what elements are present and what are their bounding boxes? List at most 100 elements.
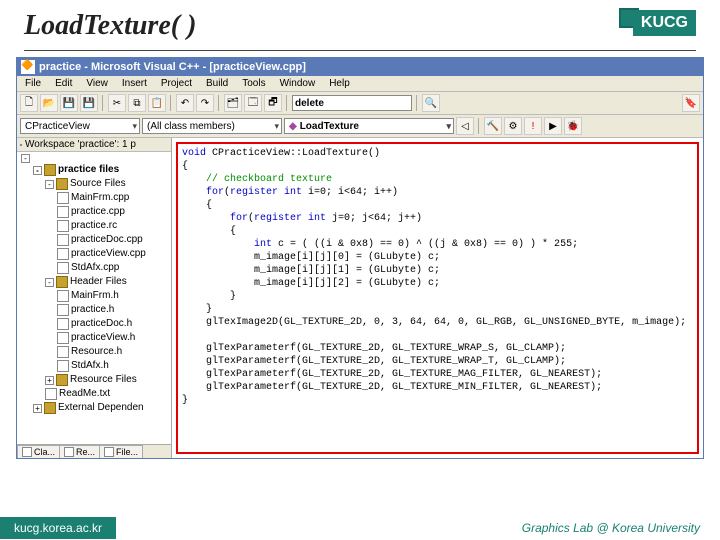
find-icon[interactable]: 🔍 <box>422 94 440 112</box>
tree-node[interactable]: practice.cpp <box>19 205 171 219</box>
toolbar-sep <box>218 95 220 111</box>
menu-file[interactable]: File <box>19 77 47 90</box>
new-file-icon[interactable]: 🗋 <box>20 94 38 112</box>
toolbar-sep <box>416 95 418 111</box>
expander-icon[interactable]: - <box>21 154 30 163</box>
tree-node[interactable]: practice.h <box>19 303 171 317</box>
output-icon[interactable]: 🗔 <box>244 94 262 112</box>
menu-tools[interactable]: Tools <box>236 77 271 90</box>
kucg-badge: KUCG <box>619 10 696 36</box>
build-icon[interactable]: 🔨 <box>484 117 502 135</box>
tree-node[interactable]: practice.rc <box>19 219 171 233</box>
tree-node[interactable]: -Source Files <box>19 177 171 191</box>
tree-label: practiceDoc.h <box>71 317 132 331</box>
tree-node[interactable]: -practice files <box>19 163 171 177</box>
slide-title: LoadTexture( ) <box>24 10 196 42</box>
combo-class[interactable]: CPracticeView <box>20 118 140 134</box>
tree-node[interactable]: practiceDoc.h <box>19 317 171 331</box>
tab-classview[interactable]: Cla... <box>17 445 60 458</box>
find-input[interactable] <box>292 95 412 111</box>
menu-insert[interactable]: Insert <box>116 77 153 90</box>
tree-label: practice.cpp <box>71 205 125 219</box>
combo-function[interactable]: ◆LoadTexture <box>284 118 454 134</box>
diamond-icon: ◆ <box>289 121 297 132</box>
classview-icon <box>22 447 32 457</box>
folder-icon <box>44 402 56 414</box>
vc-app-icon: 🔶 <box>21 60 35 74</box>
toolbar-sep <box>478 118 480 134</box>
tree-node[interactable]: StdAfx.cpp <box>19 261 171 275</box>
toolbar-sep <box>170 95 172 111</box>
tree-node[interactable]: practiceView.cpp <box>19 247 171 261</box>
tree-node[interactable]: practiceView.h <box>19 331 171 345</box>
tree-node[interactable]: +Resource Files <box>19 373 171 387</box>
workspace-icon[interactable]: 🗂 <box>224 94 242 112</box>
workspace-tree[interactable]: --practice files-Source FilesMainFrm.cpp… <box>17 152 171 444</box>
code-highlight-box: void CPracticeView::LoadTexture() { // c… <box>176 142 699 454</box>
ide-titlebar[interactable]: 🔶 practice - Microsoft Visual C++ - [pra… <box>17 58 703 76</box>
redo-icon[interactable]: ↷ <box>196 94 214 112</box>
undo-icon[interactable]: ↶ <box>176 94 194 112</box>
tree-label: MainFrm.cpp <box>71 191 129 205</box>
paste-icon[interactable]: 📋 <box>148 94 166 112</box>
bookmark-icon[interactable]: 🔖 <box>682 94 700 112</box>
window-list-icon[interactable]: 🗗 <box>264 94 282 112</box>
tree-label: Resource.h <box>71 345 122 359</box>
expander-icon[interactable]: + <box>45 376 54 385</box>
menu-help[interactable]: Help <box>323 77 356 90</box>
title-underline <box>24 50 696 51</box>
stop-build-icon[interactable]: ! <box>524 117 542 135</box>
execute-icon[interactable]: ▶ <box>544 117 562 135</box>
expander-icon[interactable]: + <box>33 404 42 413</box>
back-icon[interactable]: ◁ <box>456 117 474 135</box>
workspace-hdr-icon <box>20 144 22 146</box>
code-editor[interactable]: void CPracticeView::LoadTexture() { // c… <box>172 138 703 458</box>
save-icon[interactable]: 💾 <box>60 94 78 112</box>
workspace-header: Workspace 'practice': 1 p <box>17 138 171 152</box>
file-icon <box>57 220 69 232</box>
file-icon <box>57 332 69 344</box>
debug-icon[interactable]: 🐞 <box>564 117 582 135</box>
expander-icon[interactable]: - <box>45 278 54 287</box>
tree-node[interactable]: Resource.h <box>19 345 171 359</box>
tab-resourceview[interactable]: Re... <box>59 445 100 458</box>
menu-edit[interactable]: Edit <box>49 77 78 90</box>
toolbar-sep <box>102 95 104 111</box>
tree-node[interactable]: ReadMe.txt <box>19 387 171 401</box>
workspace-tabs: Cla... Re... File... <box>17 444 171 458</box>
tree-node[interactable]: MainFrm.h <box>19 289 171 303</box>
tree-node[interactable]: MainFrm.cpp <box>19 191 171 205</box>
copy-icon[interactable]: ⧉ <box>128 94 146 112</box>
file-icon <box>45 388 57 400</box>
tree-node[interactable]: - <box>19 154 171 163</box>
tree-label: StdAfx.cpp <box>71 261 119 275</box>
menu-window[interactable]: Window <box>274 77 322 90</box>
expander-icon[interactable]: - <box>33 166 42 175</box>
file-icon <box>57 304 69 316</box>
menu-build[interactable]: Build <box>200 77 234 90</box>
tab-fileview[interactable]: File... <box>99 445 143 458</box>
tree-label: practice.rc <box>71 219 117 233</box>
resourceview-icon <box>64 447 74 457</box>
menu-view[interactable]: View <box>80 77 114 90</box>
fileview-icon <box>104 447 114 457</box>
tree-label: External Dependen <box>58 401 144 415</box>
file-icon <box>57 262 69 274</box>
expander-icon[interactable]: - <box>45 180 54 189</box>
tree-label: practiceDoc.cpp <box>71 233 143 247</box>
tree-node[interactable]: StdAfx.h <box>19 359 171 373</box>
menu-project[interactable]: Project <box>155 77 198 90</box>
tree-node[interactable]: -Header Files <box>19 275 171 289</box>
tree-node[interactable]: + External Dependen <box>19 401 171 415</box>
open-file-icon[interactable]: 📂 <box>40 94 58 112</box>
save-all-icon[interactable]: 💾 <box>80 94 98 112</box>
compile-icon[interactable]: ⚙ <box>504 117 522 135</box>
file-icon <box>57 318 69 330</box>
tree-node[interactable]: practiceDoc.cpp <box>19 233 171 247</box>
menubar: File Edit View Insert Project Build Tool… <box>17 76 703 92</box>
footer-url: kucg.korea.ac.kr <box>0 517 116 539</box>
tree-label: practice.h <box>71 303 114 317</box>
combo-members[interactable]: (All class members) <box>142 118 282 134</box>
cut-icon[interactable]: ✂ <box>108 94 126 112</box>
file-icon <box>57 234 69 246</box>
